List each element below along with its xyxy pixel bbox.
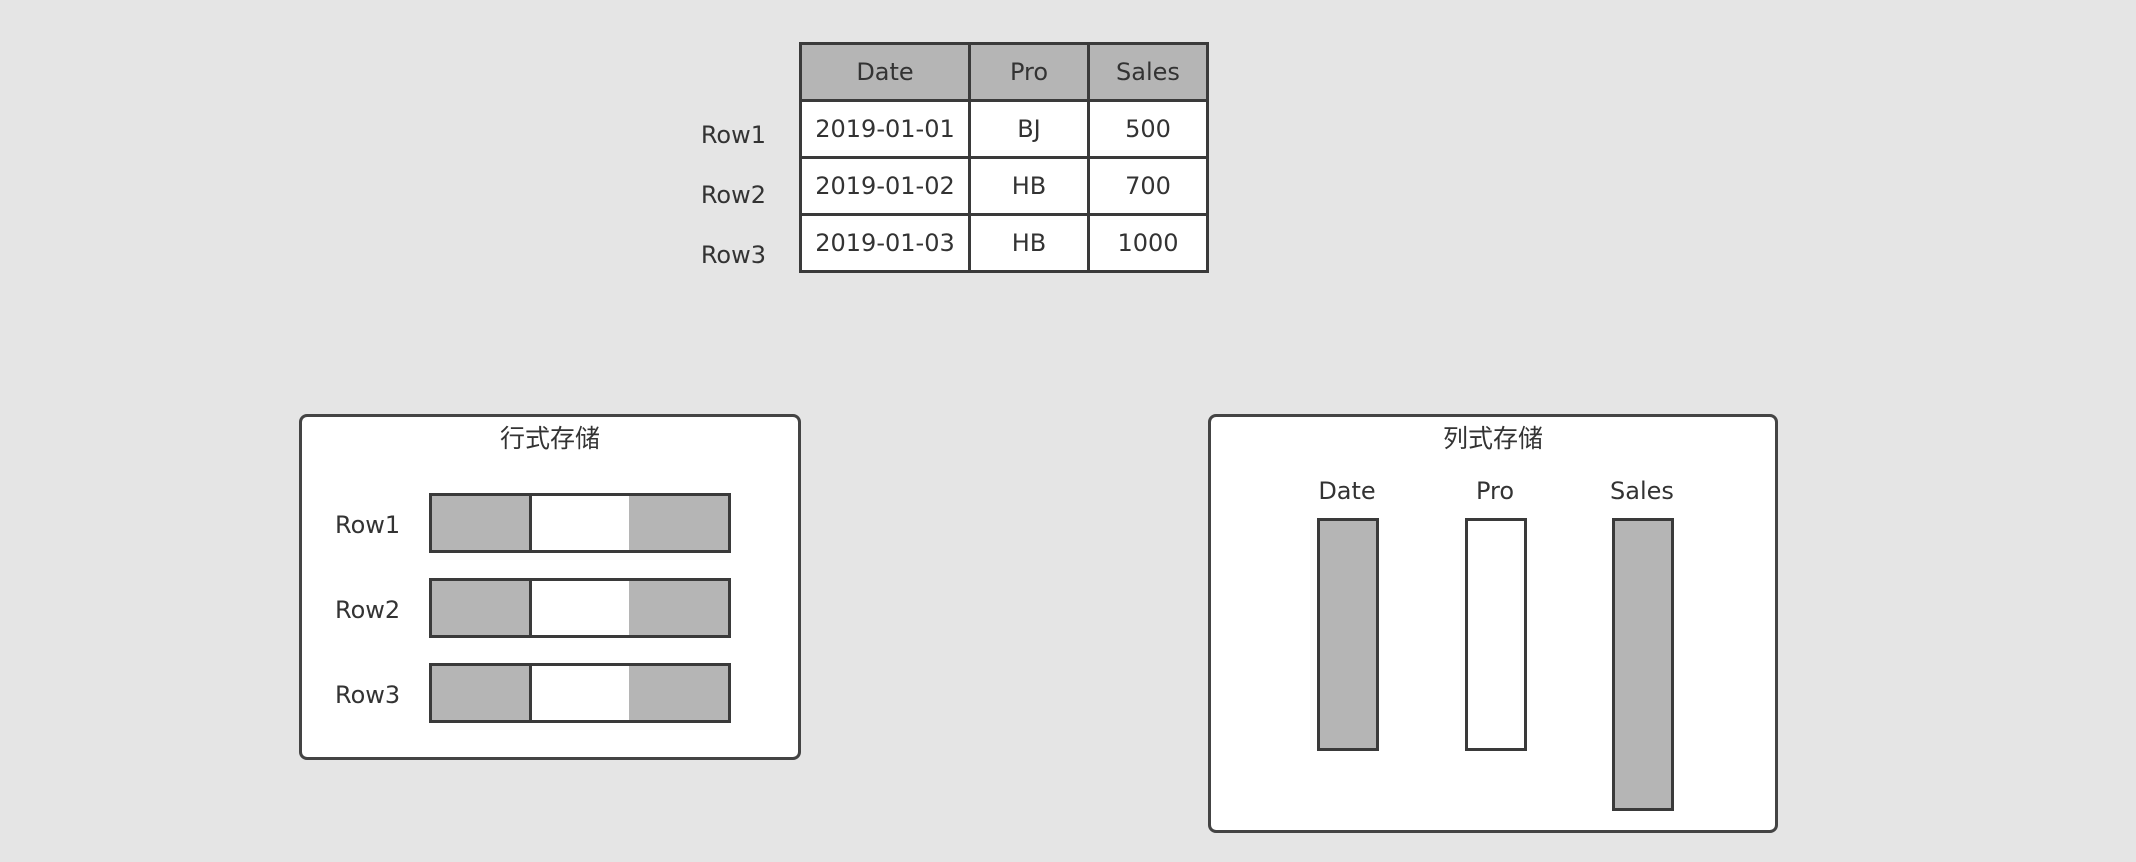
cell-date: 2019-01-01 [799, 99, 971, 159]
row-store-label-1: Row1 [335, 511, 401, 539]
header-date: Date [799, 42, 971, 102]
row-store-panel: 行式存储 Row1 Row2 Row3 [299, 414, 801, 760]
column-store-bar-date [1317, 518, 1379, 751]
cell-sales: 500 [1087, 99, 1209, 159]
column-store-bar-pro [1465, 518, 1527, 751]
segment-pro [529, 666, 635, 720]
table-row: 2019-01-02 HB 700 [799, 156, 1209, 216]
table-row: 2019-01-03 HB 1000 [799, 213, 1209, 273]
column-store-head-pro: Pro [1475, 477, 1515, 505]
sample-data-table: Date Pro Sales 2019-01-01 BJ 500 2019-01… [799, 42, 1209, 273]
cell-pro: HB [968, 156, 1090, 216]
row-store-bar-1 [429, 493, 731, 553]
segment-sales [629, 581, 728, 635]
column-store-head-sales: Sales [1610, 477, 1674, 505]
column-store-head-date: Date [1318, 477, 1376, 505]
segment-sales [629, 496, 728, 550]
cell-pro: HB [968, 213, 1090, 273]
column-store-bar-sales [1612, 518, 1674, 811]
segment-date [432, 666, 529, 720]
cell-sales: 700 [1087, 156, 1209, 216]
segment-date [432, 496, 529, 550]
cell-sales: 1000 [1087, 213, 1209, 273]
segment-sales [629, 666, 728, 720]
row-store-bar-2 [429, 578, 731, 638]
cell-date: 2019-01-02 [799, 156, 971, 216]
table-row: 2019-01-01 BJ 500 [799, 99, 1209, 159]
row-store-title: 行式存储 [499, 424, 600, 453]
row-store-bar-3 [429, 663, 731, 723]
row-label-2: Row2 [700, 181, 766, 209]
row-store-label-3: Row3 [335, 681, 401, 709]
segment-pro [529, 581, 635, 635]
cell-pro: BJ [968, 99, 1090, 159]
row-store-label-2: Row2 [335, 596, 401, 624]
column-store-panel: 列式存储 Date Pro Sales [1208, 414, 1778, 833]
diagram-canvas: Row1 Row2 Row3 Date Pro Sales 2019-01-01… [0, 0, 2136, 862]
header-sales: Sales [1087, 42, 1209, 102]
segment-pro [529, 496, 635, 550]
segment-date [432, 581, 529, 635]
table-header-row: Date Pro Sales [799, 42, 1209, 102]
header-pro: Pro [968, 42, 1090, 102]
column-store-title: 列式存储 [1442, 424, 1543, 453]
cell-date: 2019-01-03 [799, 213, 971, 273]
row-label-1: Row1 [700, 121, 766, 149]
row-label-3: Row3 [700, 241, 766, 269]
